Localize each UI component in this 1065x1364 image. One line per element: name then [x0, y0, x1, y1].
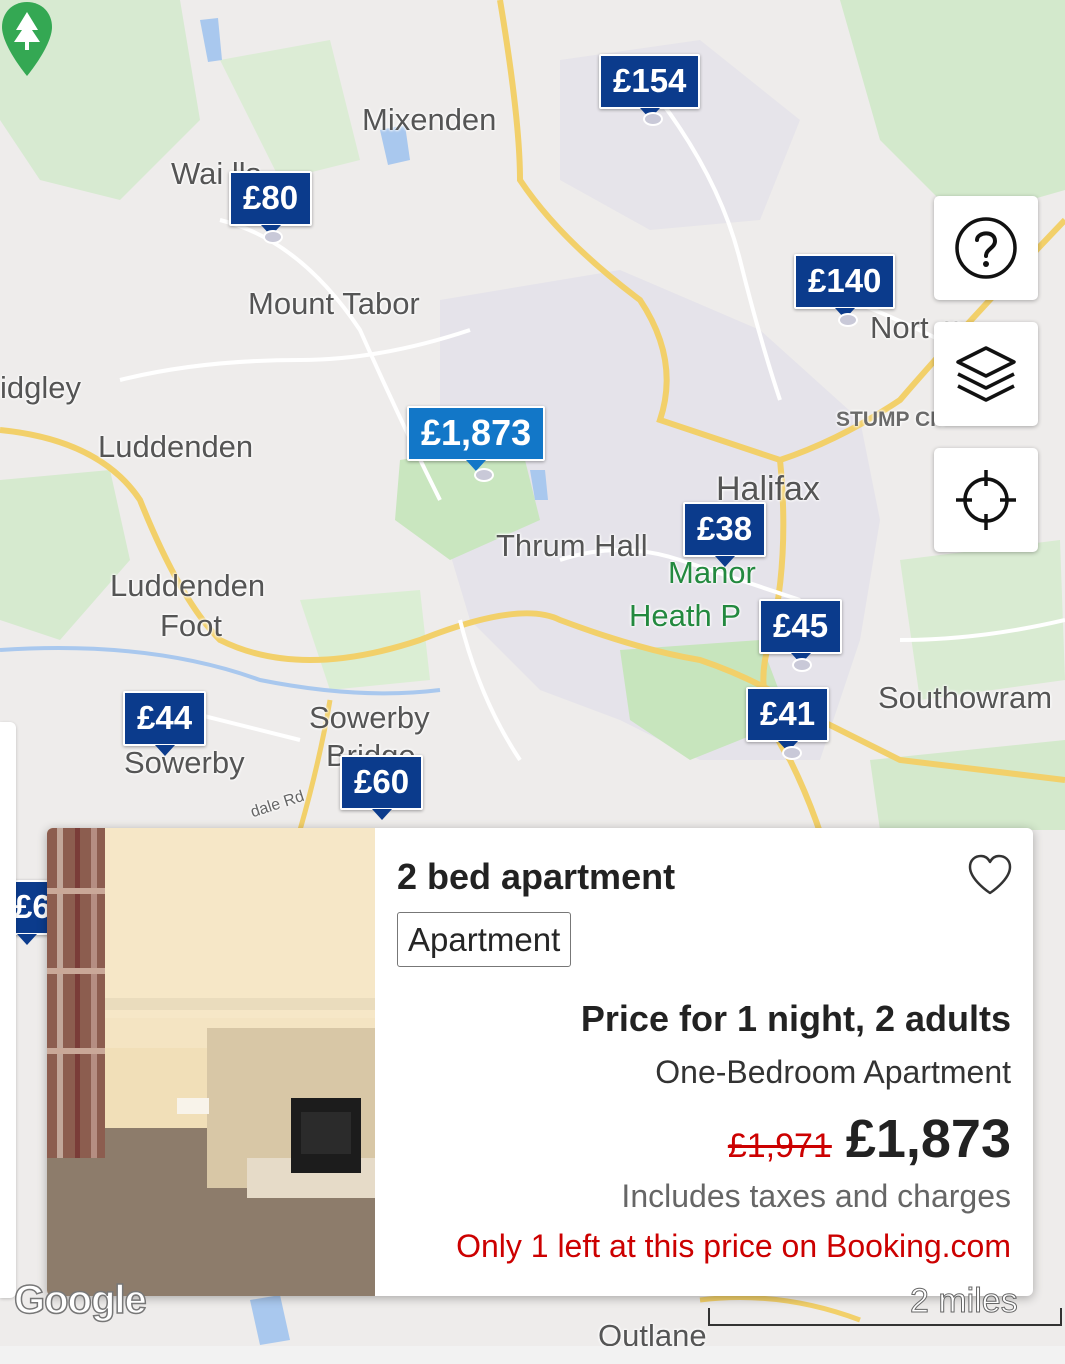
place-label-luddenden-foot-2: Foot	[160, 608, 223, 643]
place-label-sowerby-bridge: Sowerby	[309, 700, 430, 735]
price-marker[interactable]: £38	[683, 502, 767, 567]
place-label-mixenden: Mixenden	[362, 102, 497, 137]
scale-label: 2 miles	[910, 1282, 1019, 1321]
google-logo[interactable]: Google	[13, 1277, 147, 1323]
help-button[interactable]	[934, 196, 1038, 300]
adjacent-card-edge[interactable]	[0, 722, 16, 1298]
place-label-thrum-hall: Thrum Hall	[496, 528, 648, 563]
price-marker[interactable]: £41	[746, 687, 830, 752]
layers-button[interactable]	[934, 322, 1038, 426]
price-marker[interactable]: £44	[123, 691, 207, 756]
heart-icon[interactable]	[967, 854, 1013, 896]
taxes-note: Includes taxes and charges	[621, 1178, 1011, 1214]
marker-anchor	[792, 658, 812, 672]
layers-icon	[956, 346, 1016, 402]
place-label-southowram: Southowram	[878, 680, 1053, 715]
property-card[interactable]: 2 bed apartment Apartment Price for 1 ni…	[47, 828, 1033, 1296]
price-marker[interactable]: £60	[340, 755, 424, 820]
place-label-mount-tabor: Mount Tabor	[248, 286, 420, 321]
price-marker[interactable]: £154	[599, 54, 701, 119]
price-marker[interactable]: £80	[229, 171, 313, 236]
marker-anchor	[782, 746, 802, 760]
price-marker[interactable]: £45	[759, 599, 843, 664]
price-marker[interactable]: £140	[794, 254, 896, 319]
locate-button[interactable]	[934, 448, 1038, 552]
property-title[interactable]: 2 bed apartment	[397, 856, 675, 898]
price-label: Price for 1 night, 2 adults	[580, 998, 1011, 1039]
place-label-manor-heath: Manor	[668, 555, 756, 590]
availability-alert: Only 1 left at this price on Booking.com	[456, 1228, 1011, 1264]
place-label-stump-cross: STUMP CR	[836, 408, 946, 431]
help-icon	[955, 217, 1017, 279]
original-price: £1,971	[727, 1127, 832, 1165]
room-type: One-Bedroom Apartment	[655, 1054, 1011, 1090]
price-row: £1,971 £1,873	[728, 1108, 1011, 1170]
price-marker-selected[interactable]: £1,873	[407, 406, 546, 471]
place-label-luddenden-foot: Luddenden	[110, 568, 266, 603]
locate-icon	[956, 470, 1016, 530]
place-label-manor-heath-2: Heath P	[629, 598, 742, 633]
place-label-sowerby: Sowerby	[124, 745, 245, 780]
marker-anchor	[263, 230, 283, 244]
bottom-strip	[0, 1346, 1065, 1364]
place-label-midgley: idgley	[0, 370, 81, 405]
current-price: £1,873	[845, 1109, 1011, 1169]
property-type-tag: Apartment	[397, 912, 572, 967]
marker-anchor	[643, 112, 663, 126]
marker-anchor	[474, 468, 494, 482]
property-photo[interactable]	[47, 828, 375, 1296]
place-label-luddenden: Luddenden	[98, 429, 254, 464]
park-pin-icon	[2, 2, 52, 76]
marker-anchor	[838, 313, 858, 327]
